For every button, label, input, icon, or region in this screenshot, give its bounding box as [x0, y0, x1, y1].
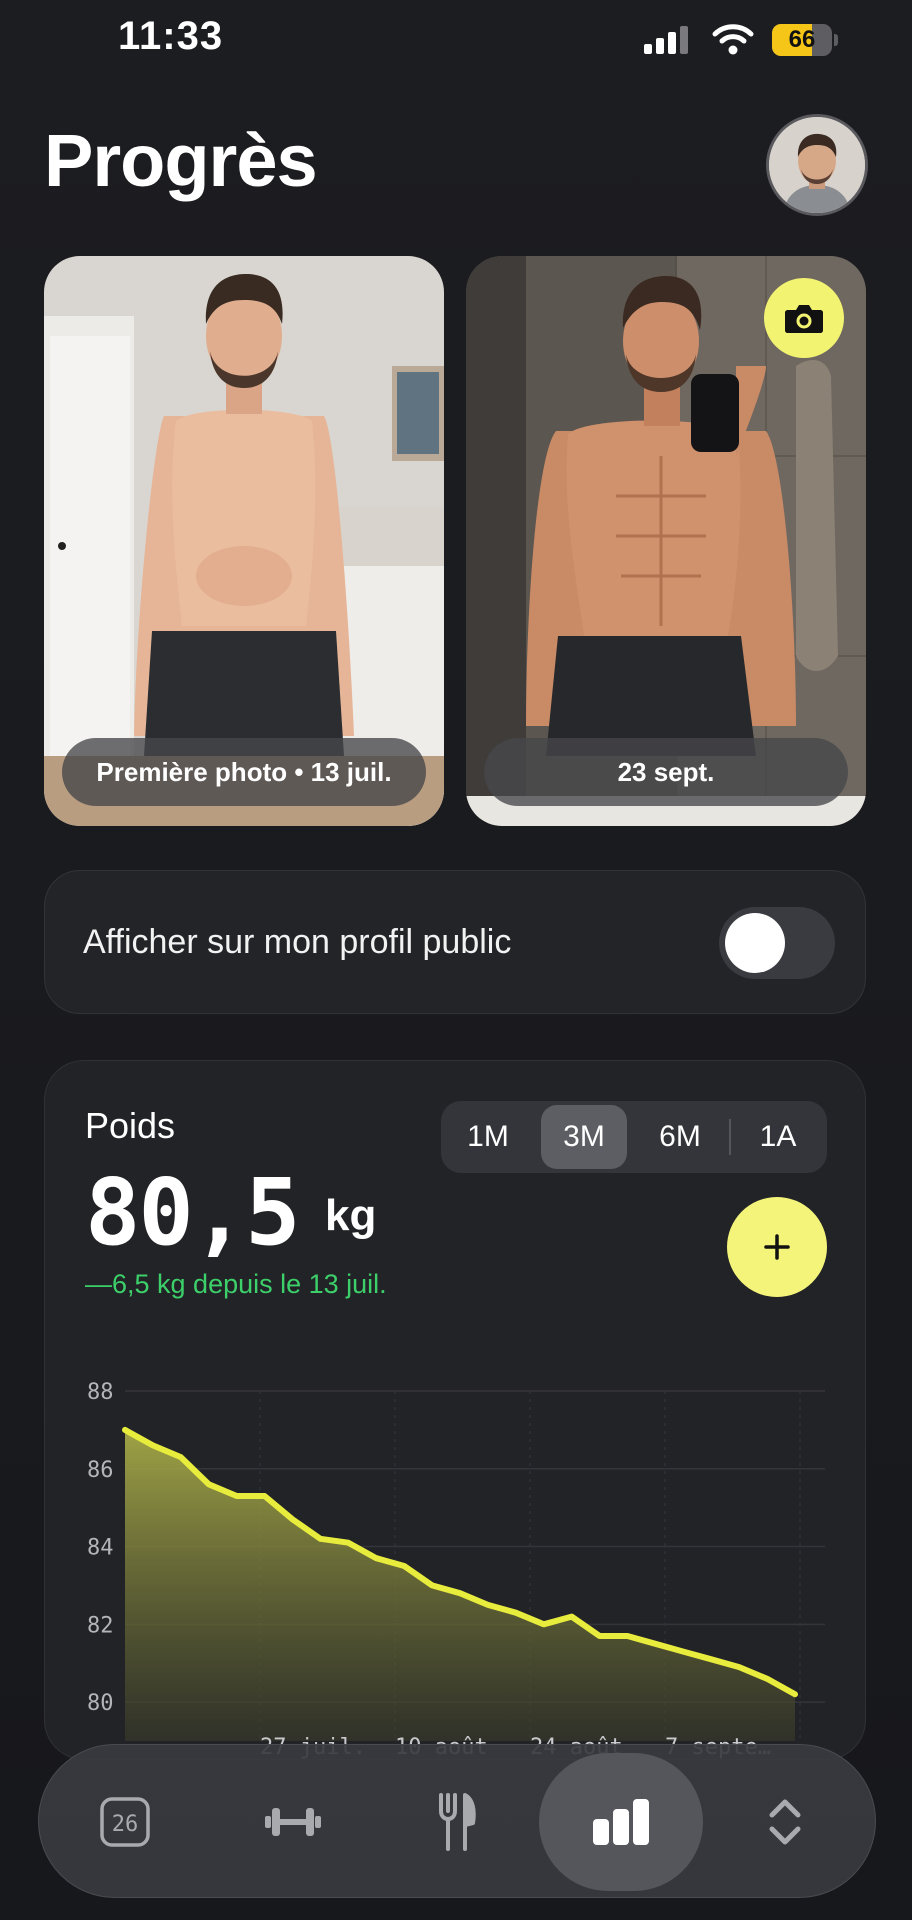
first-photo-label: Première photo • 13 juil.	[62, 738, 426, 806]
y-tick-label: 84	[87, 1536, 114, 1561]
latest-photo-label: 23 sept.	[484, 738, 848, 806]
bar-chart-icon	[593, 1799, 649, 1845]
weight-area	[125, 1429, 795, 1741]
nav-calendar[interactable]: 26	[65, 1745, 185, 1899]
bottom-navigation: 26	[38, 1744, 876, 1898]
y-tick-label: 82	[87, 1613, 114, 1638]
battery-level: 66	[788, 26, 816, 53]
battery-icon: 66	[772, 24, 838, 56]
add-weight-button[interactable]	[727, 1197, 827, 1297]
fork-knife-icon	[439, 1793, 476, 1851]
nav-workouts[interactable]	[233, 1745, 353, 1899]
time-range-selector: 1M 3M 6M 1A	[441, 1101, 827, 1173]
dumbbell-icon	[265, 1808, 321, 1836]
calendar-icon: 26	[100, 1797, 150, 1847]
weight-label: Poids	[85, 1105, 176, 1146]
latest-progress-photo[interactable]: 23 sept.	[466, 256, 866, 826]
range-option-3m[interactable]: 3M	[541, 1105, 627, 1169]
y-tick-label: 86	[87, 1458, 114, 1483]
page-title: Progrès	[44, 119, 318, 202]
status-time: 11:33	[118, 14, 224, 58]
nav-more[interactable]	[725, 1745, 845, 1899]
wifi-icon	[712, 24, 754, 55]
camera-icon	[785, 305, 823, 333]
weight-chart: 8886848280 27 juil.10 août24 août7 septe…	[87, 1380, 825, 1759]
calendar-day: 26	[112, 1812, 139, 1837]
public-profile-setting: Afficher sur mon profil public	[44, 870, 866, 1014]
nav-nutrition[interactable]	[397, 1745, 517, 1899]
toggle-knob	[725, 913, 785, 973]
avatar-image	[769, 117, 865, 213]
weight-value: 80,5	[85, 1159, 301, 1266]
first-progress-photo[interactable]: Première photo • 13 juil.	[44, 256, 444, 826]
weight-change: —6,5 kg depuis le 13 juil.	[85, 1269, 387, 1299]
weight-unit: kg	[325, 1191, 377, 1240]
chevron-up-down-icon	[769, 1799, 801, 1845]
plus-icon	[764, 1234, 790, 1260]
range-divider	[729, 1119, 731, 1155]
cellular-signal-icon	[644, 26, 688, 54]
status-bar: 11:33 66	[0, 0, 912, 80]
range-option-1m[interactable]: 1M	[445, 1105, 531, 1169]
profile-avatar[interactable]	[766, 114, 868, 216]
range-option-1a[interactable]: 1A	[735, 1105, 821, 1169]
range-option-6m[interactable]: 6M	[637, 1105, 723, 1169]
y-tick-label: 80	[87, 1691, 114, 1716]
nav-progress[interactable]	[561, 1745, 681, 1899]
weight-card: Poids 80,5 kg —6,5 kg depuis le 13 juil.…	[44, 1060, 866, 1760]
camera-button[interactable]	[764, 278, 844, 358]
y-tick-label: 88	[87, 1380, 114, 1405]
public-profile-label: Afficher sur mon profil public	[83, 923, 512, 961]
public-profile-toggle[interactable]	[719, 907, 835, 979]
